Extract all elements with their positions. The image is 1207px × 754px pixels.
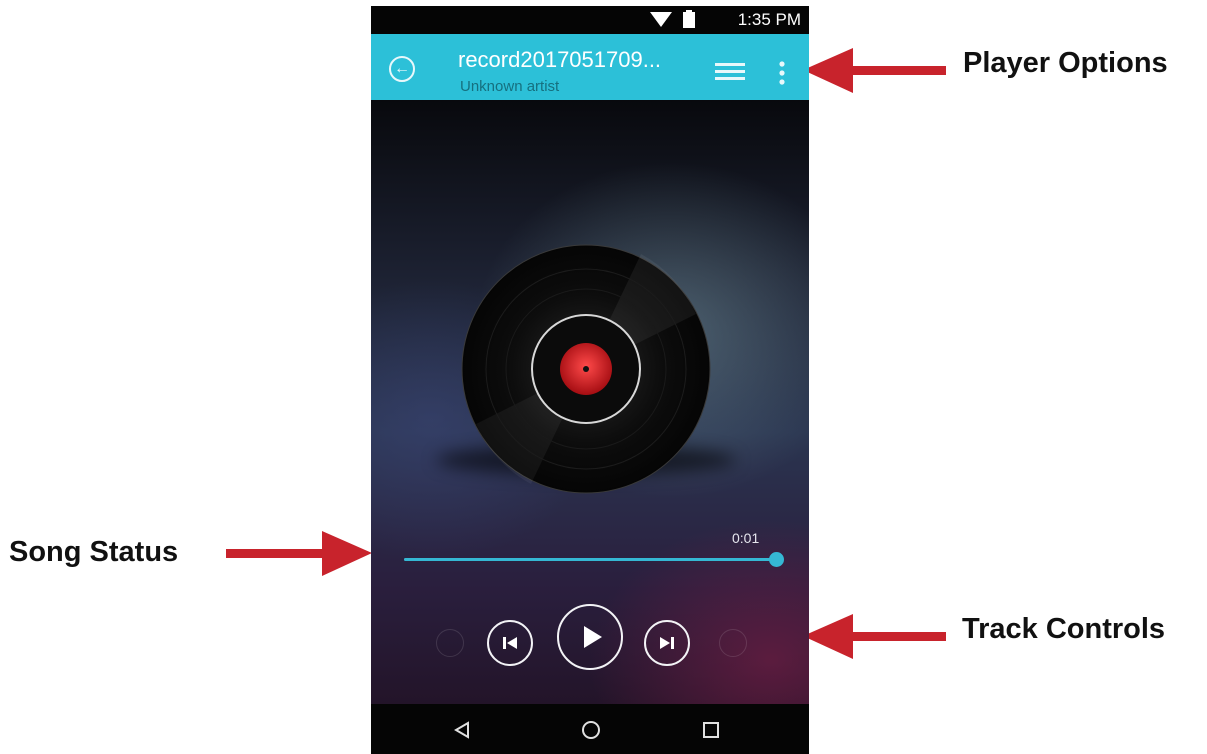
skip-next-icon — [660, 637, 674, 649]
nav-recents-icon[interactable] — [702, 721, 720, 739]
nav-bar — [371, 704, 809, 754]
play-icon — [584, 626, 602, 648]
shuffle-icon[interactable] — [436, 629, 464, 657]
track-title: record2017051709... — [458, 47, 662, 72]
callout-player-options: Player Options — [963, 47, 1168, 79]
vinyl-disc-artwork — [461, 244, 711, 494]
skip-previous-button[interactable] — [487, 620, 533, 666]
callout-track-controls: Track Controls — [962, 613, 1166, 645]
arrow-song-status — [226, 531, 372, 576]
playlist-icon[interactable] — [715, 62, 745, 82]
back-button[interactable]: ← — [389, 56, 415, 82]
status-time: 1:35 PM — [737, 10, 801, 29]
status-bar: 1:35 PM — [371, 6, 809, 34]
more-vertical-icon[interactable] — [776, 60, 788, 86]
nav-home-icon[interactable] — [581, 720, 601, 740]
phone-screen: 1:35 PM ← record2017051709... Unknown ar… — [371, 6, 809, 754]
skip-previous-icon — [503, 637, 517, 649]
repeat-icon[interactable] — [719, 629, 747, 657]
progress-bar[interactable] — [404, 552, 784, 567]
progress-thumb[interactable] — [769, 552, 784, 567]
player-area: 0:01 — [371, 100, 809, 704]
app-bar: ← record2017051709... Unknown artist — [371, 34, 809, 100]
arrow-player-options — [803, 48, 946, 93]
track-artist: Unknown artist — [460, 78, 560, 95]
progress-fill — [404, 558, 776, 561]
play-button[interactable] — [557, 604, 623, 670]
arrow-track-controls — [803, 614, 946, 659]
skip-next-button[interactable] — [644, 620, 690, 666]
callout-song-status: Song Status — [9, 536, 179, 568]
arrow-left-circle-icon: ← — [394, 60, 410, 77]
elapsed-time: 0:01 — [732, 530, 760, 546]
wifi-icon — [650, 12, 672, 27]
battery-icon — [683, 10, 695, 28]
nav-back-icon[interactable] — [453, 721, 471, 739]
